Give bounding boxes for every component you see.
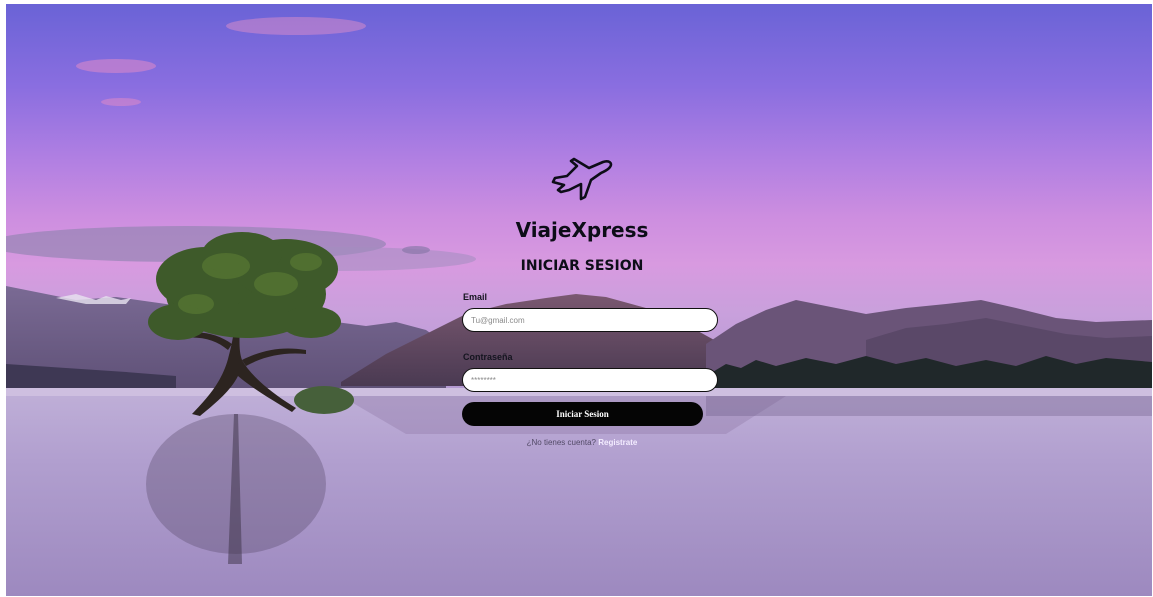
login-panel: ViajeXpress INICIAR SESION Email Contras… [6, 4, 1152, 596]
app-name: ViajeXpress [515, 218, 649, 242]
password-input[interactable] [462, 368, 718, 392]
email-label: Email [463, 292, 488, 302]
airplane-icon [551, 157, 613, 201]
login-button[interactable]: Iniciar Sesion [462, 402, 703, 426]
background-scene: ViajeXpress INICIAR SESION Email Contras… [6, 4, 1152, 596]
register-link[interactable]: Registrate [598, 438, 637, 447]
email-input[interactable] [462, 308, 718, 332]
page-title: INICIAR SESION [520, 258, 644, 274]
register-question: ¿No tienes cuenta? [526, 438, 596, 447]
register-prompt-line: ¿No tienes cuenta? Registrate [482, 438, 682, 447]
password-label: Contraseña [463, 352, 513, 362]
